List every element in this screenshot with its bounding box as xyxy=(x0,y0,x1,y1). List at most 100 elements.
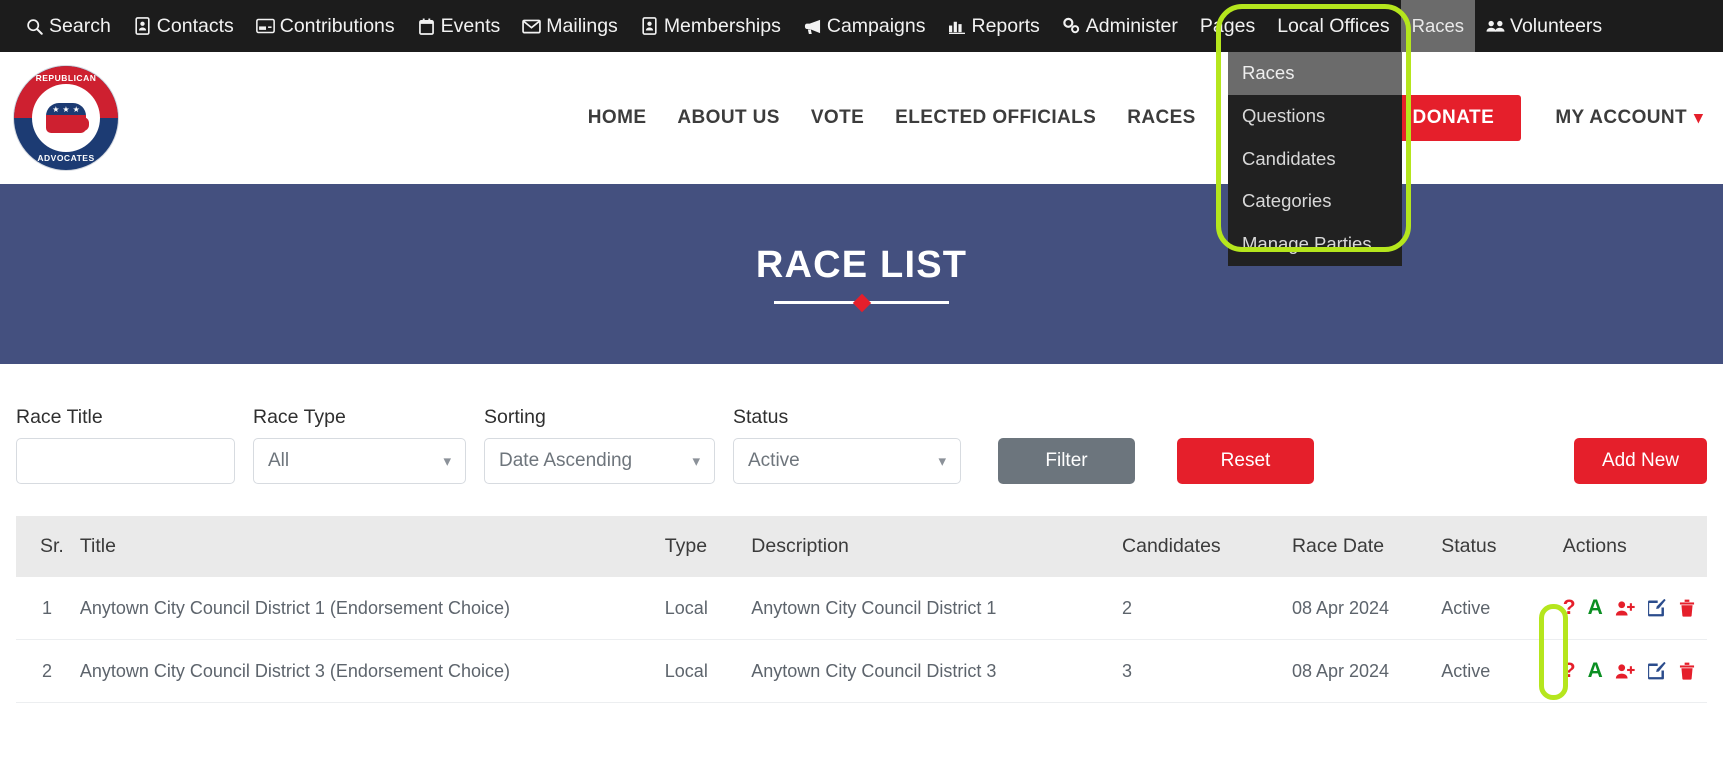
admin-item-label: Memberships xyxy=(663,14,781,37)
search-icon xyxy=(25,17,44,36)
nav-item-races[interactable]: RACES xyxy=(1127,107,1196,129)
nav-item-about-us[interactable]: ABOUT US xyxy=(677,107,779,129)
question-mark-icon[interactable]: ? xyxy=(1563,659,1576,683)
admin-item-contributions[interactable]: Contributions xyxy=(245,0,406,52)
race-type-label: Race Type xyxy=(253,406,346,428)
dropdown-item-questions[interactable]: Questions xyxy=(1228,95,1402,138)
admin-item-label: Local Offices xyxy=(1277,14,1390,37)
admin-item-pages[interactable]: Pages xyxy=(1189,0,1266,52)
my-account-menu[interactable]: MY ACCOUNT ▾ xyxy=(1555,107,1703,129)
column-header-description: Description xyxy=(751,535,849,557)
table-header-row: Sr. Title Type Description Candidates Ra… xyxy=(16,516,1707,577)
cell-candidates: 3 xyxy=(1122,639,1292,703)
dropdown-item-categories[interactable]: Categories xyxy=(1228,180,1402,223)
races-dropdown-menu: Races Questions Candidates Categories Ma… xyxy=(1228,52,1402,267)
dropdown-item-label: Categories xyxy=(1242,190,1332,212)
republican-advocates-seal-icon: REPUBLICAN ADVOCATES ★ ★ ★ xyxy=(14,66,118,170)
admin-item-label: Administer xyxy=(1085,14,1178,37)
admin-item-volunteers[interactable]: Volunteers xyxy=(1475,0,1613,52)
reset-button[interactable]: Reset xyxy=(1177,438,1314,484)
letter-a-icon[interactable]: A xyxy=(1588,659,1603,683)
admin-item-reports[interactable]: Reports xyxy=(937,0,1051,52)
race-title-input[interactable] xyxy=(16,438,235,484)
admin-item-contacts[interactable]: Contacts xyxy=(122,0,245,52)
add-new-button[interactable]: Add New xyxy=(1574,438,1707,484)
cell-title: Anytown City Council District 3 (Endorse… xyxy=(79,639,665,703)
delete-trash-icon[interactable] xyxy=(1679,599,1695,617)
admin-item-label: Contacts xyxy=(156,14,234,37)
add-candidate-icon[interactable] xyxy=(1615,663,1636,680)
admin-item-label: Races xyxy=(1411,15,1465,36)
my-account-label: MY ACCOUNT xyxy=(1555,107,1688,128)
race-title-label: Race Title xyxy=(16,406,103,428)
nav-item-elected-officials[interactable]: ELECTED OFFICIALS xyxy=(895,107,1096,129)
calendar-icon xyxy=(417,17,436,36)
dropdown-item-label: Questions xyxy=(1242,104,1326,126)
admin-item-memberships[interactable]: Memberships xyxy=(629,0,792,52)
column-header-title: Title xyxy=(79,535,116,557)
column-header-race-date: Race Date xyxy=(1291,535,1385,557)
dropdown-item-label: Races xyxy=(1242,62,1295,83)
status-select[interactable]: Active ▾ xyxy=(733,438,961,484)
site-logo[interactable]: REPUBLICAN ADVOCATES ★ ★ ★ xyxy=(14,66,118,170)
cell-sr: 1 xyxy=(16,577,80,640)
dropdown-item-manage-parties[interactable]: Manage Parties xyxy=(1228,223,1402,266)
admin-item-races[interactable]: Races xyxy=(1400,0,1476,52)
admin-item-mailings[interactable]: Mailings xyxy=(511,0,629,52)
letter-a-icon[interactable]: A xyxy=(1588,596,1603,620)
edit-icon[interactable] xyxy=(1647,662,1667,680)
filter-group-race-title: Race Title xyxy=(16,406,235,484)
filter-group-sorting: Sorting Date Ascending ▾ xyxy=(484,406,715,484)
filter-group-race-type: Race Type All ▾ xyxy=(253,406,466,484)
admin-item-label: Contributions xyxy=(279,14,395,37)
cell-title: Anytown City Council District 1 (Endorse… xyxy=(79,577,665,640)
bar-chart-icon xyxy=(948,17,967,36)
question-mark-icon[interactable]: ? xyxy=(1563,596,1576,620)
cell-description: Anytown City Council District 1 xyxy=(751,577,1123,640)
header-right-group: DONATE MY ACCOUNT ▾ xyxy=(1385,95,1703,141)
gears-icon xyxy=(1062,17,1081,36)
users-group-icon xyxy=(1486,17,1505,36)
dropdown-item-label: Manage Parties xyxy=(1242,233,1372,255)
cell-type: Local xyxy=(664,639,752,703)
admin-item-events[interactable]: Events xyxy=(406,0,512,52)
race-type-select[interactable]: All ▾ xyxy=(253,438,466,484)
status-label: Status xyxy=(733,406,789,428)
chevron-down-icon: ▾ xyxy=(443,453,451,470)
nav-item-home[interactable]: HOME xyxy=(588,107,647,129)
admin-item-campaigns[interactable]: Campaigns xyxy=(792,0,937,52)
sorting-select[interactable]: Date Ascending ▾ xyxy=(484,438,715,484)
dropdown-item-candidates[interactable]: Candidates xyxy=(1228,138,1402,181)
admin-item-local-offices[interactable]: Local Offices xyxy=(1266,0,1400,52)
banner-divider xyxy=(774,293,949,312)
page-banner: RACE LIST xyxy=(0,184,1723,364)
seal-text-bottom: ADVOCATES xyxy=(37,153,95,163)
table-row[interactable]: 2 Anytown City Council District 3 (Endor… xyxy=(16,639,1707,703)
race-list-table-wrapper: Sr. Title Type Description Candidates Ra… xyxy=(16,516,1707,703)
diamond-accent-icon xyxy=(852,293,871,312)
table-body: 1 Anytown City Council District 1 (Endor… xyxy=(16,577,1707,703)
add-candidate-icon[interactable] xyxy=(1615,600,1636,617)
cell-candidates: 2 xyxy=(1122,577,1292,640)
cell-type: Local xyxy=(664,577,752,640)
admin-item-administer[interactable]: Administer xyxy=(1051,0,1189,52)
race-list-table: Sr. Title Type Description Candidates Ra… xyxy=(16,516,1707,703)
column-header-status: Status xyxy=(1441,535,1497,557)
table-row[interactable]: 1 Anytown City Council District 1 (Endor… xyxy=(16,577,1707,640)
delete-trash-icon[interactable] xyxy=(1679,662,1695,680)
cell-status: Active xyxy=(1441,639,1563,703)
bullhorn-icon xyxy=(803,17,822,36)
dropdown-item-races[interactable]: Races xyxy=(1228,52,1402,95)
seal-text-top: REPUBLICAN xyxy=(35,73,97,83)
cell-actions: ? A xyxy=(1562,639,1707,703)
donate-button[interactable]: DONATE xyxy=(1385,95,1522,141)
admin-item-label: Events xyxy=(440,14,501,37)
admin-item-search[interactable]: Search xyxy=(14,0,122,52)
admin-item-label: Campaigns xyxy=(826,14,926,37)
edit-icon[interactable] xyxy=(1647,599,1667,617)
column-header-sr: Sr. xyxy=(40,535,64,557)
filter-button[interactable]: Filter xyxy=(998,438,1135,484)
admin-item-label: Search xyxy=(49,14,111,37)
nav-item-vote[interactable]: VOTE xyxy=(811,107,864,129)
chevron-down-icon: ▾ xyxy=(938,453,946,470)
